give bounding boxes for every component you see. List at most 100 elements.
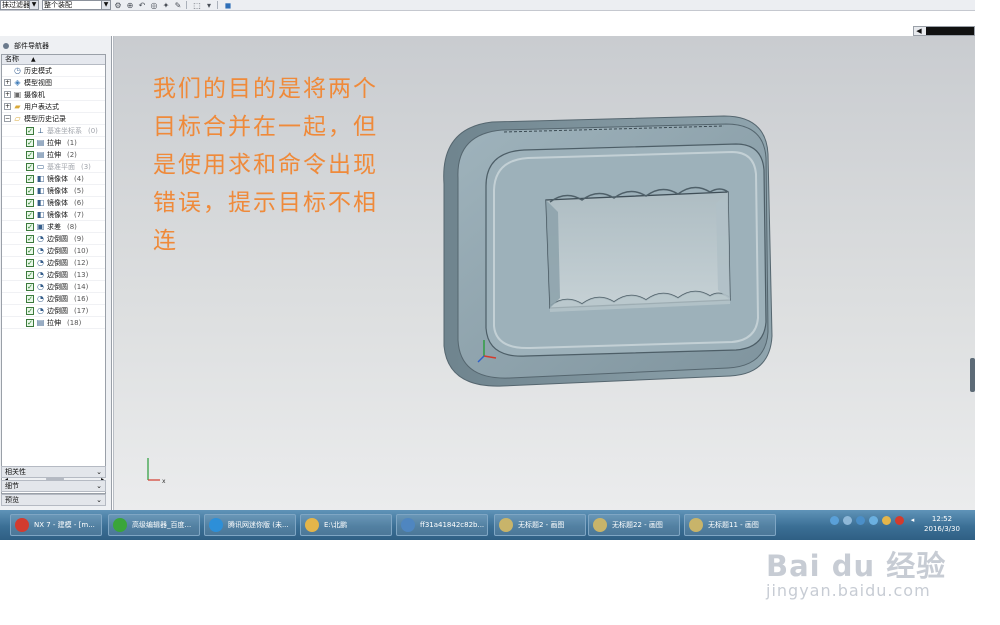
feature-checkbox[interactable]: ✓	[26, 234, 34, 243]
tree-row[interactable]: ◷ 历史模式	[2, 65, 105, 77]
feature-row[interactable]: ✓ ◔ 边倒圆 (13)	[2, 269, 105, 281]
qq-icon[interactable]	[882, 516, 891, 525]
app-icon	[305, 518, 319, 532]
feature-row[interactable]: ✓ ◔ 边倒圆 (9)	[2, 233, 105, 245]
taskbar-button[interactable]: E:\北鹏	[300, 514, 392, 536]
feature-row[interactable]: ✓ ▤ 拉伸 (1)	[2, 137, 105, 149]
feature-row[interactable]: ✓ ◔ 边倒圆 (17)	[2, 305, 105, 317]
edge-blend-icon: ◔	[37, 270, 44, 279]
feature-checkbox[interactable]: ✓	[26, 258, 34, 267]
type-filter-select[interactable]: 抹过滤器	[0, 0, 30, 10]
section-details[interactable]: 细节 ⌄	[1, 480, 106, 492]
feature-label: 边倒圆	[47, 258, 68, 267]
feature-number: (12)	[74, 258, 89, 267]
feature-checkbox[interactable]: ✓	[26, 222, 34, 231]
section-preview[interactable]: 预览 ⌄	[1, 494, 106, 506]
feature-row[interactable]: ✓ ◔ 边倒圆 (16)	[2, 293, 105, 305]
feature-checkbox[interactable]: ✓	[26, 294, 34, 303]
feature-checkbox[interactable]: ✓	[26, 186, 34, 195]
volume-icon[interactable]: ◂	[908, 516, 917, 525]
taskbar-button[interactable]: ff31a41842c82b...	[396, 514, 488, 536]
feature-row[interactable]: ✓ ▤ 拉伸 (2)	[2, 149, 105, 161]
feature-checkbox[interactable]: ✓	[26, 174, 34, 183]
tree-item-label: 摄像机	[24, 90, 45, 99]
feature-row[interactable]: ✓ ◔ 边倒圆 (14)	[2, 281, 105, 293]
view-triad-icon: x	[147, 458, 166, 485]
taskbar-clock[interactable]: 12:52 2016/3/30	[922, 514, 962, 534]
feature-checkbox[interactable]: ✓	[26, 210, 34, 219]
taskbar-button[interactable]: 腾讯网迷你版 (未...	[204, 514, 296, 536]
undo-icon[interactable]: ↶	[137, 1, 147, 10]
feature-row[interactable]: ✓ ⟂ 基准坐标系 (0)	[2, 125, 105, 137]
selection-scope-dropdown-icon[interactable]: ▼	[102, 0, 111, 10]
feature-row[interactable]: ✓ ▭ 基准平面 (3)	[2, 161, 105, 173]
collapse-left-icon[interactable]: ◀	[914, 27, 924, 35]
point-icon[interactable]: ✦	[161, 1, 171, 10]
expand-icon[interactable]: +	[4, 103, 11, 110]
feature-row[interactable]: ✓ ▣ 求差 (8)	[2, 221, 105, 233]
feature-number: (2)	[67, 150, 77, 159]
tree-row[interactable]: + ◈ 模型视图	[2, 77, 105, 89]
mirror-body-icon: ◧	[36, 174, 45, 183]
selection-scope-select[interactable]: 整个装配	[42, 0, 102, 10]
feature-row[interactable]: ✓ ◔ 边倒圆 (12)	[2, 257, 105, 269]
taskbar-button[interactable]: NX 7 - 建模 - [m...	[10, 514, 102, 536]
feature-row[interactable]: ✓ ▤ 拉伸 (18)	[2, 317, 105, 329]
feature-row[interactable]: ✓ ◧ 镜像体 (4)	[2, 173, 105, 185]
more-dropdown-icon[interactable]: ▾	[204, 1, 214, 10]
tree-item-label: 模型视图	[24, 78, 52, 87]
tool-icon[interactable]: ✎	[173, 1, 183, 10]
feature-label: 边倒圆	[47, 246, 68, 255]
feature-label: 边倒圆	[47, 282, 68, 291]
expand-icon[interactable]: +	[4, 91, 11, 98]
feature-checkbox[interactable]: ✓	[26, 306, 34, 315]
taskbar-button[interactable]: 无标题2 - 画图	[494, 514, 586, 536]
model-views-icon: ◈	[14, 78, 21, 87]
feature-checkbox[interactable]: ✓	[26, 270, 34, 279]
network-icon[interactable]	[830, 516, 839, 525]
cube-view-icon[interactable]: ◼	[223, 1, 233, 10]
snap-point-icon[interactable]: ⊕	[125, 1, 135, 10]
feature-checkbox[interactable]: ✓	[26, 126, 34, 135]
feature-row[interactable]: ✓ ◧ 镜像体 (7)	[2, 209, 105, 221]
feature-checkbox[interactable]: ✓	[26, 138, 34, 147]
feature-number: (13)	[74, 270, 89, 279]
taskbar-button[interactable]: 无标题22 - 画图	[588, 514, 680, 536]
feature-checkbox[interactable]: ✓	[26, 246, 34, 255]
taskbar-button[interactable]: 无标题11 - 画图	[684, 514, 776, 536]
model-inner-wall-right	[716, 192, 730, 300]
collapse-icon[interactable]: −	[4, 115, 11, 122]
view-orient-icon[interactable]: ◎	[149, 1, 159, 10]
feature-row[interactable]: ✓ ◧ 镜像体 (6)	[2, 197, 105, 209]
section-dependencies[interactable]: 相关性 ⌄	[1, 466, 106, 478]
feature-checkbox[interactable]: ✓	[26, 198, 34, 207]
feature-checkbox[interactable]: ✓	[26, 150, 34, 159]
feature-checkbox[interactable]: ✓	[26, 162, 34, 171]
select-rectangle-icon[interactable]: ⬚	[192, 1, 202, 10]
tray-app-icon[interactable]	[856, 516, 865, 525]
column-name-label: 名称	[5, 55, 19, 63]
tree-row[interactable]: + ▣ 摄像机	[2, 89, 105, 101]
feature-checkbox[interactable]: ✓	[26, 282, 34, 291]
feature-row[interactable]: ✓ ◧ 镜像体 (5)	[2, 185, 105, 197]
feature-label: 镜像体	[47, 186, 68, 195]
feature-label: 镜像体	[47, 174, 68, 183]
tray-app-icon[interactable]	[869, 516, 878, 525]
section-label: 细节	[5, 482, 19, 490]
type-filter-dropdown-icon[interactable]: ▼	[30, 0, 39, 10]
datum-plane-icon: ▭	[36, 162, 45, 171]
app-icon	[113, 518, 127, 532]
navigator-icon	[3, 43, 9, 49]
viewport-scroll-handle[interactable]	[970, 358, 975, 392]
tray-app-icon[interactable]	[843, 516, 852, 525]
feature-checkbox[interactable]: ✓	[26, 318, 34, 327]
svg-text:x: x	[162, 478, 166, 485]
expand-icon[interactable]: +	[4, 79, 11, 86]
feature-row[interactable]: ✓ ◔ 边倒圆 (10)	[2, 245, 105, 257]
tree-column-header[interactable]: 名称 ▲	[2, 55, 105, 65]
security-icon[interactable]	[895, 516, 904, 525]
taskbar-button[interactable]: 高级编辑器_百度...	[108, 514, 200, 536]
tree-row[interactable]: + ▰ 用户表达式	[2, 101, 105, 113]
gear-icon[interactable]: ⚙	[113, 1, 123, 10]
tree-row[interactable]: − ▱ 模型历史记录	[2, 113, 105, 125]
